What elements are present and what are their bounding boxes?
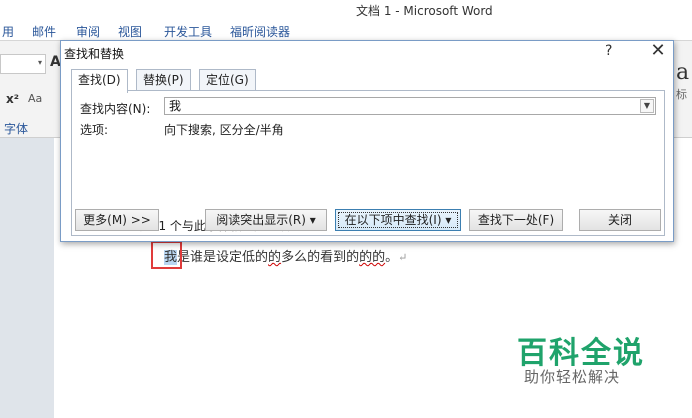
document-margin bbox=[0, 138, 54, 418]
options-value: 向下搜索, 区分全/半角 bbox=[164, 123, 284, 137]
tab-developer[interactable]: 开发工具 bbox=[164, 23, 212, 40]
find-what-input[interactable]: 我 ▼ bbox=[164, 97, 656, 115]
reading-highlight-button[interactable]: 阅读突出显示(R) ▾ bbox=[205, 209, 327, 231]
tab-goto[interactable]: 定位(G) bbox=[199, 69, 256, 91]
tab-foxit-reader[interactable]: 福昕阅读器 bbox=[230, 23, 290, 40]
tab-view[interactable]: 视图 bbox=[118, 23, 142, 40]
text-segment: 。 bbox=[385, 250, 399, 265]
tab-review[interactable]: 审阅 bbox=[76, 23, 100, 40]
word-title-bar: 文档 1 - Microsoft Word bbox=[0, 0, 692, 20]
style-preview-label: 标 bbox=[676, 88, 687, 101]
find-what-value: 我 bbox=[169, 99, 182, 113]
tab-find[interactable]: 查找(D) bbox=[71, 69, 128, 93]
window-title: 文档 1 - Microsoft Word bbox=[356, 4, 493, 18]
more-button[interactable]: 更多(M) >> bbox=[75, 209, 159, 231]
style-preview-a[interactable]: a bbox=[676, 60, 689, 85]
spell-error-segment: 的的 bbox=[359, 250, 386, 265]
tab-use[interactable]: 用 bbox=[2, 23, 14, 40]
close-icon[interactable]: ✕ bbox=[647, 41, 669, 61]
options-label: 选项: bbox=[80, 123, 109, 137]
tab-replace[interactable]: 替换(P) bbox=[136, 69, 191, 91]
close-button[interactable]: 关闭 bbox=[579, 209, 661, 231]
find-next-button[interactable]: 查找下一处(F) bbox=[469, 209, 563, 231]
help-icon[interactable]: ? bbox=[605, 43, 619, 61]
chevron-down-icon[interactable]: ▾ bbox=[38, 58, 42, 67]
change-case-button[interactable]: Aa bbox=[28, 92, 42, 105]
font-size-box[interactable]: ▾ bbox=[0, 54, 46, 74]
chevron-down-icon[interactable]: ▼ bbox=[640, 99, 654, 113]
ribbon-tab-bar: 用 邮件 审阅 视图 开发工具 福昕阅读器 bbox=[0, 20, 692, 40]
find-in-button[interactable]: 在以下项中查找(I) ▾ bbox=[335, 209, 461, 231]
spell-error-segment: 的 bbox=[268, 250, 282, 265]
watermark-subtitle: 助你轻松解决 bbox=[524, 368, 621, 386]
superscript-button[interactable]: x² bbox=[6, 92, 19, 106]
font-group-label: 字体 bbox=[4, 122, 29, 136]
document-text-line[interactable]: 我是谁是设定低的的多么的看到的的的。↵ bbox=[164, 246, 407, 265]
highlight-box bbox=[151, 241, 182, 269]
text-segment: 谁是设定低的 bbox=[190, 250, 269, 265]
dialog-title: 查找和替换 bbox=[64, 47, 125, 61]
paragraph-mark-icon: ↵ bbox=[398, 251, 408, 264]
text-segment: 多么的看到的 bbox=[281, 250, 360, 265]
find-what-label: 查找内容(N): bbox=[80, 102, 151, 116]
find-replace-dialog: 查找和替换 ? ✕ 查找(D) 替换(P) 定位(G) 查找内容(N): 我 ▼… bbox=[60, 40, 674, 242]
tab-mailings[interactable]: 邮件 bbox=[32, 23, 56, 40]
